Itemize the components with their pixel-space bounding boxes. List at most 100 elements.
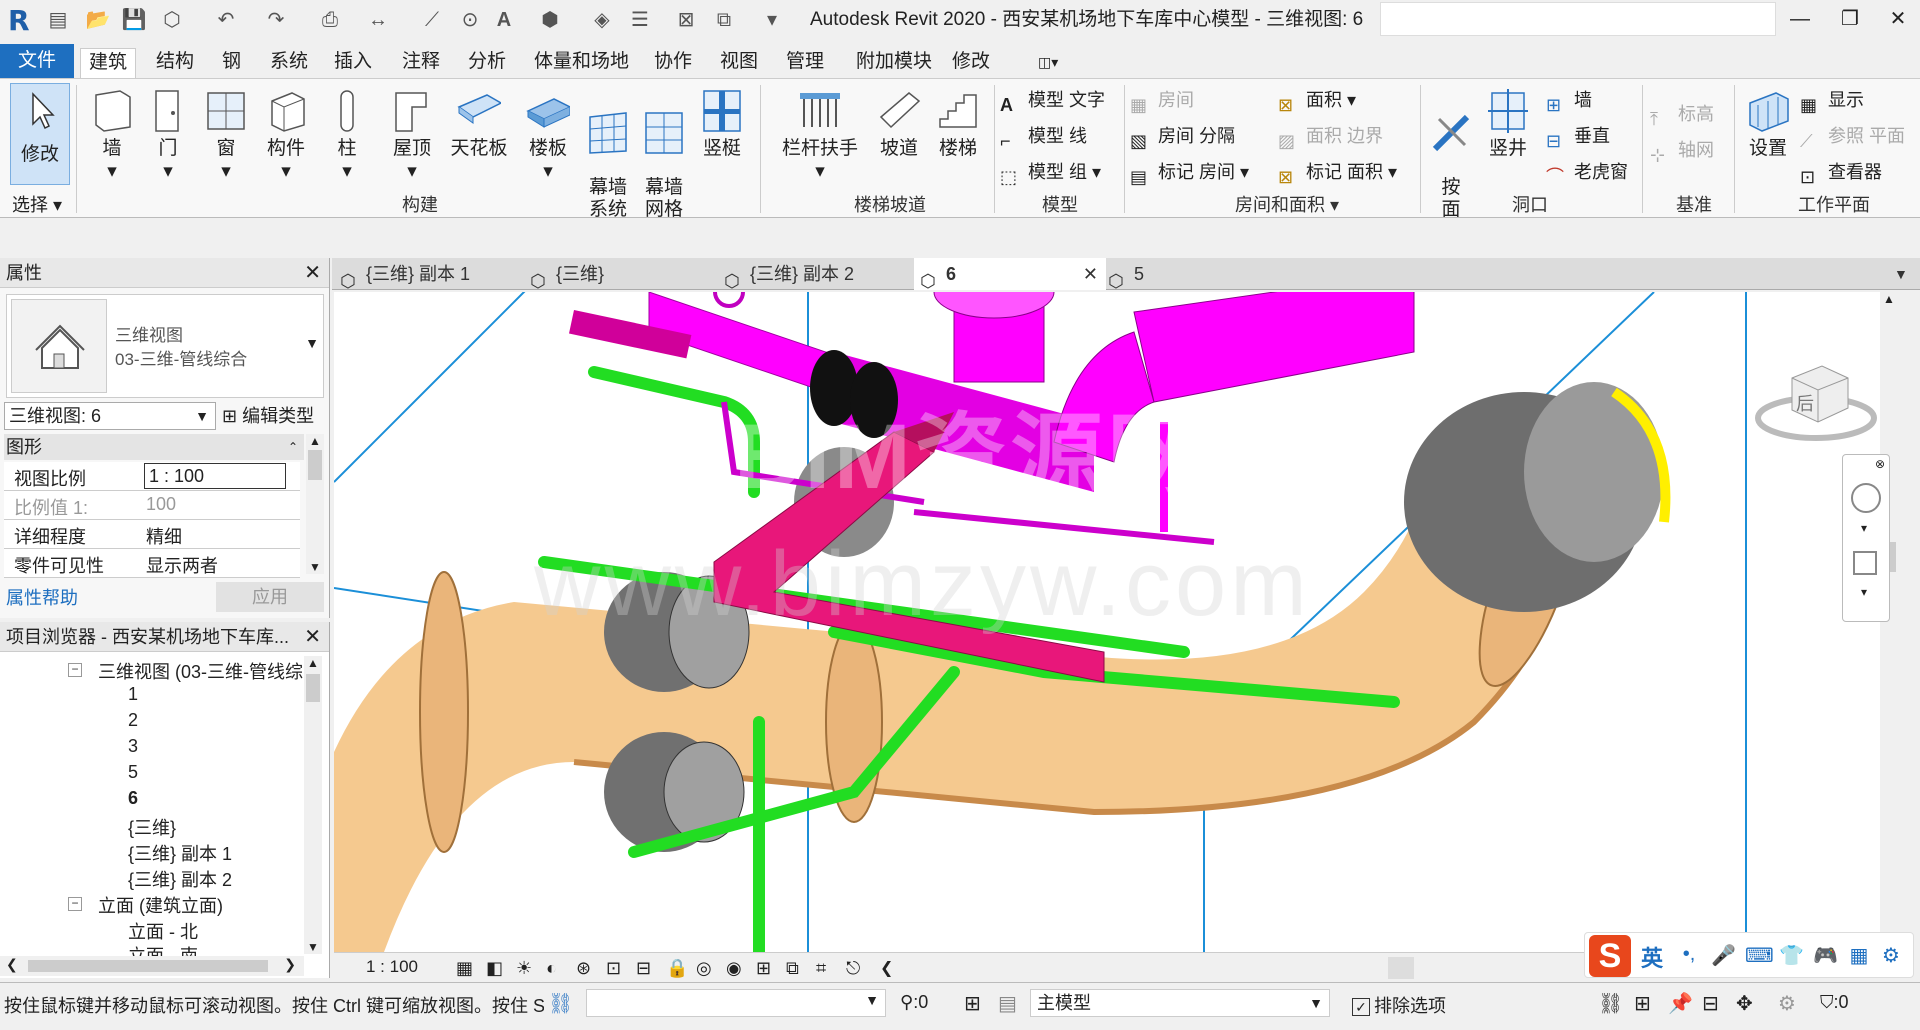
room-separator-button[interactable]: ▧ 房间 分隔 — [1130, 121, 1235, 151]
mullion-button[interactable]: 竖梃 — [694, 87, 750, 160]
tab-architecture[interactable]: 建筑 — [80, 48, 137, 78]
visual-style-icon[interactable]: ◧ — [486, 958, 506, 978]
chevron-down-icon[interactable]: ▼ — [305, 335, 319, 351]
select-dropdown[interactable]: 选择 ▾ — [12, 191, 62, 217]
tree-item-view[interactable]: 5 — [128, 762, 138, 783]
design-option-select[interactable]: 主模型 ▼ — [1030, 989, 1330, 1017]
lock-view-icon[interactable]: 🔒 — [666, 958, 688, 978]
section-icon[interactable]: ◈ — [588, 6, 616, 34]
curtain-grid-button[interactable]: 幕墙 网格 — [636, 87, 692, 221]
tree-item-elevation[interactable]: 立面 - 南 — [128, 942, 198, 956]
modify-button[interactable]: 修改 — [10, 83, 70, 185]
expand-icon[interactable]: ❮ — [880, 958, 900, 978]
scroll-up-icon[interactable]: ▲ — [304, 656, 322, 670]
dormer-button[interactable]: ⌒ 老虎窗 — [1546, 157, 1628, 187]
grid-button[interactable]: ⊹ 轴网 — [1650, 135, 1714, 165]
view-tab[interactable]: ⬡ {三维} 副本 2 — [724, 258, 914, 291]
tab-analyze[interactable]: 分析 — [460, 48, 514, 78]
worksharing-icon[interactable]: ⊞ — [756, 958, 776, 978]
tree-item-view[interactable]: 3 — [128, 736, 138, 757]
gamepad-icon[interactable]: 🎮 — [1813, 943, 1838, 967]
scroll-down-icon[interactable]: ▼ — [306, 560, 324, 574]
wall-button[interactable]: 墙 ▾ — [84, 87, 140, 183]
tab-systems[interactable]: 系统 — [262, 48, 316, 78]
ceiling-button[interactable]: 天花板 — [444, 87, 514, 160]
tab-file[interactable]: 文件 — [0, 44, 75, 78]
view-tab[interactable]: ⬡ 5 — [1108, 258, 1228, 291]
type-selector[interactable]: 三维视图 03-三维-管线综合 ▼ — [6, 294, 324, 398]
show-workplane-button[interactable]: ▦ 显示 — [1800, 85, 1864, 115]
crop-view-icon[interactable]: ⊡ — [606, 958, 626, 978]
component-button[interactable]: 构件 ▾ — [256, 87, 316, 183]
tab-addins[interactable]: 附加模块 — [848, 48, 940, 78]
curtain-system-button[interactable]: 幕墙 系统 — [580, 87, 636, 221]
workset-input[interactable]: ▼ — [586, 989, 886, 1017]
tab-view[interactable]: 视图 — [712, 48, 766, 78]
sync-icon[interactable]: ⬡ — [158, 6, 186, 34]
filter-count[interactable]: ⛉:0 — [1820, 992, 1849, 1013]
show-crop-icon[interactable]: ⊟ — [636, 958, 656, 978]
scroll-thumb[interactable] — [308, 450, 322, 480]
property-row[interactable]: 零件可见性 显示两者 — [4, 549, 300, 578]
temp-view-icon[interactable]: ⧉ — [786, 958, 806, 978]
steering-wheel-icon[interactable] — [1851, 483, 1881, 513]
select-by-face-icon[interactable]: ⊟ — [1702, 991, 1719, 1016]
default-3d-icon[interactable]: ⬢ — [536, 6, 564, 34]
property-value[interactable]: 精细 — [146, 523, 182, 549]
set-workplane-button[interactable]: 设置 — [1740, 87, 1796, 160]
select-links-icon[interactable]: ⛓ — [1598, 991, 1623, 1016]
3d-viewport[interactable]: BIM资源网 www.bimzyw.com ▲ — [334, 292, 1898, 952]
zoom-icon[interactable] — [1853, 551, 1877, 575]
browser-hscrollbar[interactable]: ❮ ❯ — [0, 956, 304, 976]
scroll-up-icon[interactable]: ▲ — [1880, 292, 1898, 306]
detail-level-icon[interactable]: ▦ — [456, 958, 476, 978]
sogou-logo-icon[interactable]: S — [1589, 935, 1631, 977]
close-icon[interactable]: ✕ — [1083, 258, 1098, 290]
tab-collaborate[interactable]: 协作 — [646, 48, 700, 78]
tree-item-view-active[interactable]: 6 — [128, 788, 138, 809]
keyboard-icon[interactable]: ⌨ — [1745, 943, 1774, 967]
scroll-thumb[interactable] — [1388, 957, 1414, 979]
design-options-icon[interactable]: ⊞ — [964, 991, 981, 1016]
tab-steel[interactable]: 钢 — [214, 48, 249, 78]
apply-button[interactable]: 应用 — [216, 582, 324, 612]
restore-button[interactable]: ❐ — [1830, 4, 1870, 34]
shadows-icon[interactable]: ◐ — [546, 958, 566, 978]
wall-opening-button[interactable]: ⊞ 墙 — [1546, 85, 1592, 115]
apps-icon[interactable]: ▦ — [1847, 943, 1871, 967]
view-tab[interactable]: ⬡ {三维} — [530, 258, 720, 291]
open-icon[interactable]: 📂 — [84, 6, 112, 34]
tree-node-3d-views[interactable]: 三维视图 (03-三维-管线综 — [98, 658, 303, 684]
tag-area-button[interactable]: ⊠ 标记 面积 ▾ — [1278, 157, 1397, 187]
model-group-button[interactable]: ⬚ 模型 组 ▾ — [1000, 157, 1101, 187]
settings-icon[interactable]: ⚙ — [1879, 943, 1903, 967]
scroll-thumb[interactable] — [306, 674, 320, 702]
collapse-icon[interactable]: − — [68, 897, 82, 911]
customize-toolbar-icon[interactable]: ▾ — [758, 6, 786, 34]
editing-requests-icon[interactable]: ▤ — [998, 991, 1017, 1016]
text-icon[interactable]: A — [490, 6, 518, 34]
viewer-button[interactable]: ⊡ 查看器 — [1800, 157, 1882, 187]
tree-item-view[interactable]: {三维} 副本 1 — [128, 840, 232, 866]
switch-windows-icon[interactable]: ⧉ — [710, 6, 738, 34]
railing-button[interactable]: 栏杆扶手 ▾ — [770, 87, 870, 183]
dimension-icon[interactable]: ⟋ — [418, 6, 446, 34]
level-button[interactable]: ⤒ 标高 — [1650, 99, 1714, 129]
analytical-icon[interactable]: ⌗ — [816, 958, 836, 978]
close-icon[interactable]: ⊗ — [1875, 457, 1885, 471]
select-pinned-icon[interactable]: 📌 — [1668, 991, 1693, 1016]
punctuation-icon[interactable]: •, — [1677, 943, 1701, 967]
drag-elements-icon[interactable]: ✥ — [1736, 991, 1753, 1016]
tree-item-view[interactable]: 2 — [128, 710, 138, 731]
viewport-scrollbar[interactable]: ▲ — [1880, 292, 1898, 952]
ime-language[interactable]: 英 — [1641, 941, 1663, 973]
scroll-left-icon[interactable]: ❮ — [6, 956, 18, 973]
tree-item-elevation[interactable]: 立面 - 北 — [128, 918, 198, 944]
model-line-button[interactable]: ⌐ 模型 线 — [1000, 121, 1087, 151]
background-process-icon[interactable]: ⚙ — [1778, 991, 1796, 1016]
highlight-icon[interactable]: ⎋ — [846, 958, 866, 978]
edit-type-button[interactable]: ⊞ 编辑类型 — [222, 402, 314, 430]
area-button[interactable]: ⊠ 面积 ▾ — [1278, 85, 1356, 115]
view-cube[interactable]: 后 — [1752, 348, 1880, 448]
scroll-thumb[interactable] — [28, 960, 268, 972]
